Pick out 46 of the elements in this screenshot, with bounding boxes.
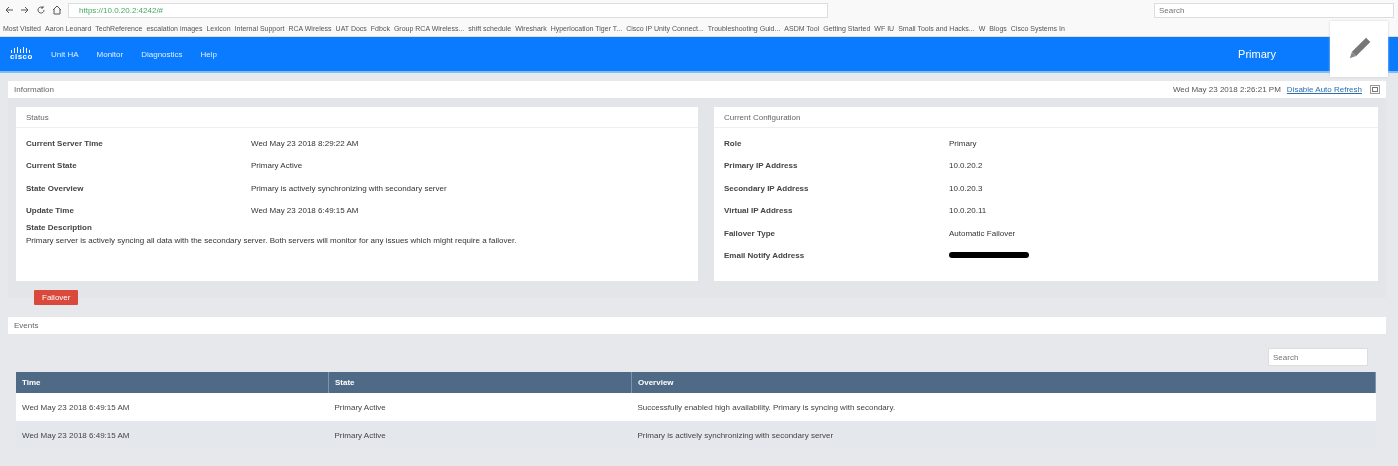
field-label: Secondary IP Address <box>724 183 810 193</box>
column-header[interactable]: Overview <box>631 372 1376 393</box>
search-field[interactable]: Search <box>1154 2 1394 18</box>
server-role: Primary <box>1238 48 1276 60</box>
home-icon[interactable] <box>52 5 62 15</box>
field-label: Email Notify Address <box>724 251 806 261</box>
field-value: Primary Active <box>251 161 304 171</box>
field-label: Virtual IP Address <box>724 206 794 216</box>
field-value: Primary <box>949 138 978 148</box>
search-field[interactable]: Search <box>1268 348 1368 366</box>
field-value: Primary is actively synchronizing with secondary server <box>251 183 448 193</box>
field-value: Wed May 23 2018 6:49:15 AM <box>251 206 360 216</box>
field-value: 10.0.20.11 <box>949 206 988 216</box>
panel-title: Status <box>16 107 698 128</box>
field-label: State Description <box>26 223 93 232</box>
field-label: Current Server Time <box>26 138 104 148</box>
cisco-logo: cisco <box>10 47 33 61</box>
field-value: 10.0.20.2 <box>949 161 984 171</box>
section-title: Events <box>14 321 39 330</box>
failover-button[interactable]: Failover <box>34 290 79 305</box>
field-label: Update Time <box>26 206 75 216</box>
back-icon[interactable] <box>4 5 14 15</box>
field-label: Primary IP Address <box>724 161 799 171</box>
disable-refresh-link[interactable]: Disable Auto Refresh <box>1286 85 1362 94</box>
field-label: Failover Type <box>724 228 776 238</box>
panel-title: Current Configuration <box>714 107 1378 128</box>
field-value: Wed May 23 2018 8:29:22 AM <box>251 138 360 148</box>
column-header[interactable]: Time <box>16 372 329 393</box>
table-cell: Primary Active <box>328 393 632 421</box>
nav-link[interactable]: Help <box>200 49 218 59</box>
column-header[interactable]: State <box>328 372 632 393</box>
nav-link[interactable]: Diagnostics <box>141 49 183 59</box>
field-value: 10.0.20.3 <box>949 183 984 193</box>
field-label: State Overview <box>26 183 85 193</box>
timestamp: Wed May 23 2018 2:26:21 PM <box>1172 85 1281 94</box>
description-text: Primary server is actively syncing all data with the secondary server. Both servers will monitor for any issues which might require a failover. <box>26 236 518 245</box>
field-label: Current State <box>26 161 78 171</box>
forward-icon[interactable] <box>20 5 30 15</box>
field-label: Role <box>724 138 743 148</box>
field-value: Automatic Failover <box>949 228 1017 238</box>
section-title: Information <box>14 85 55 94</box>
nav-link[interactable]: Monitor <box>96 49 124 59</box>
table-cell: Successfully enabled high availability. Primary is syncing with secondary. <box>631 393 1376 421</box>
nav-link[interactable]: Unit HA <box>50 49 79 59</box>
reload-icon[interactable] <box>36 5 46 15</box>
table-cell: Wed May 23 2018 6:49:15 AM <box>16 393 329 421</box>
